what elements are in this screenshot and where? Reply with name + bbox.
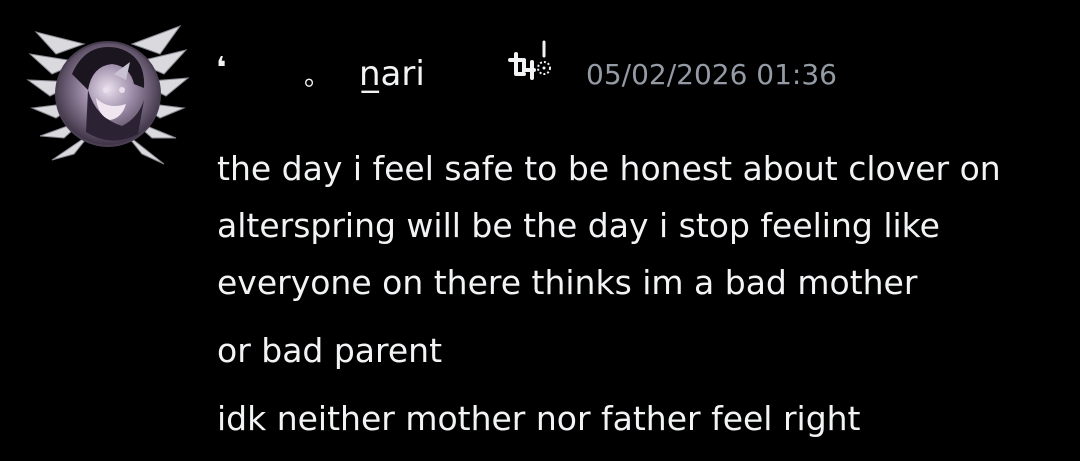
message-paragraph: idk neither mother nor father feel right xyxy=(217,390,1057,447)
message-line: idk neither mother nor father feel right xyxy=(217,399,861,438)
chat-message: ❛ 。 n̲ari 05/02/2026 01:36 the day i fee… xyxy=(0,0,1080,461)
message-paragraph: the day i feel safe to be honest about c… xyxy=(217,140,1057,311)
message-line: the day i feel safe to be honest about c… xyxy=(217,149,1001,188)
message-timestamp: 05/02/2026 01:36 xyxy=(586,58,837,91)
message-line: alterspring will be the day i stop feeli… xyxy=(217,206,940,245)
message-paragraph: or bad parent xyxy=(217,322,1057,379)
avatar[interactable] xyxy=(26,14,190,176)
winged-avatar-icon xyxy=(26,24,190,165)
name-spacer-glyph: 。 xyxy=(304,62,331,92)
message-line: everyone on there thinks im a bad mother xyxy=(217,263,918,302)
tag-badge-icon[interactable] xyxy=(504,38,556,88)
username[interactable]: n̲ari xyxy=(359,54,425,94)
name-prefix-glyph: ❛ xyxy=(216,51,227,86)
message-header: ❛ 。 n̲ari 05/02/2026 01:36 xyxy=(216,40,1056,100)
message-content: the day i feel safe to be honest about c… xyxy=(217,140,1057,447)
message-line: or bad parent xyxy=(217,331,443,370)
